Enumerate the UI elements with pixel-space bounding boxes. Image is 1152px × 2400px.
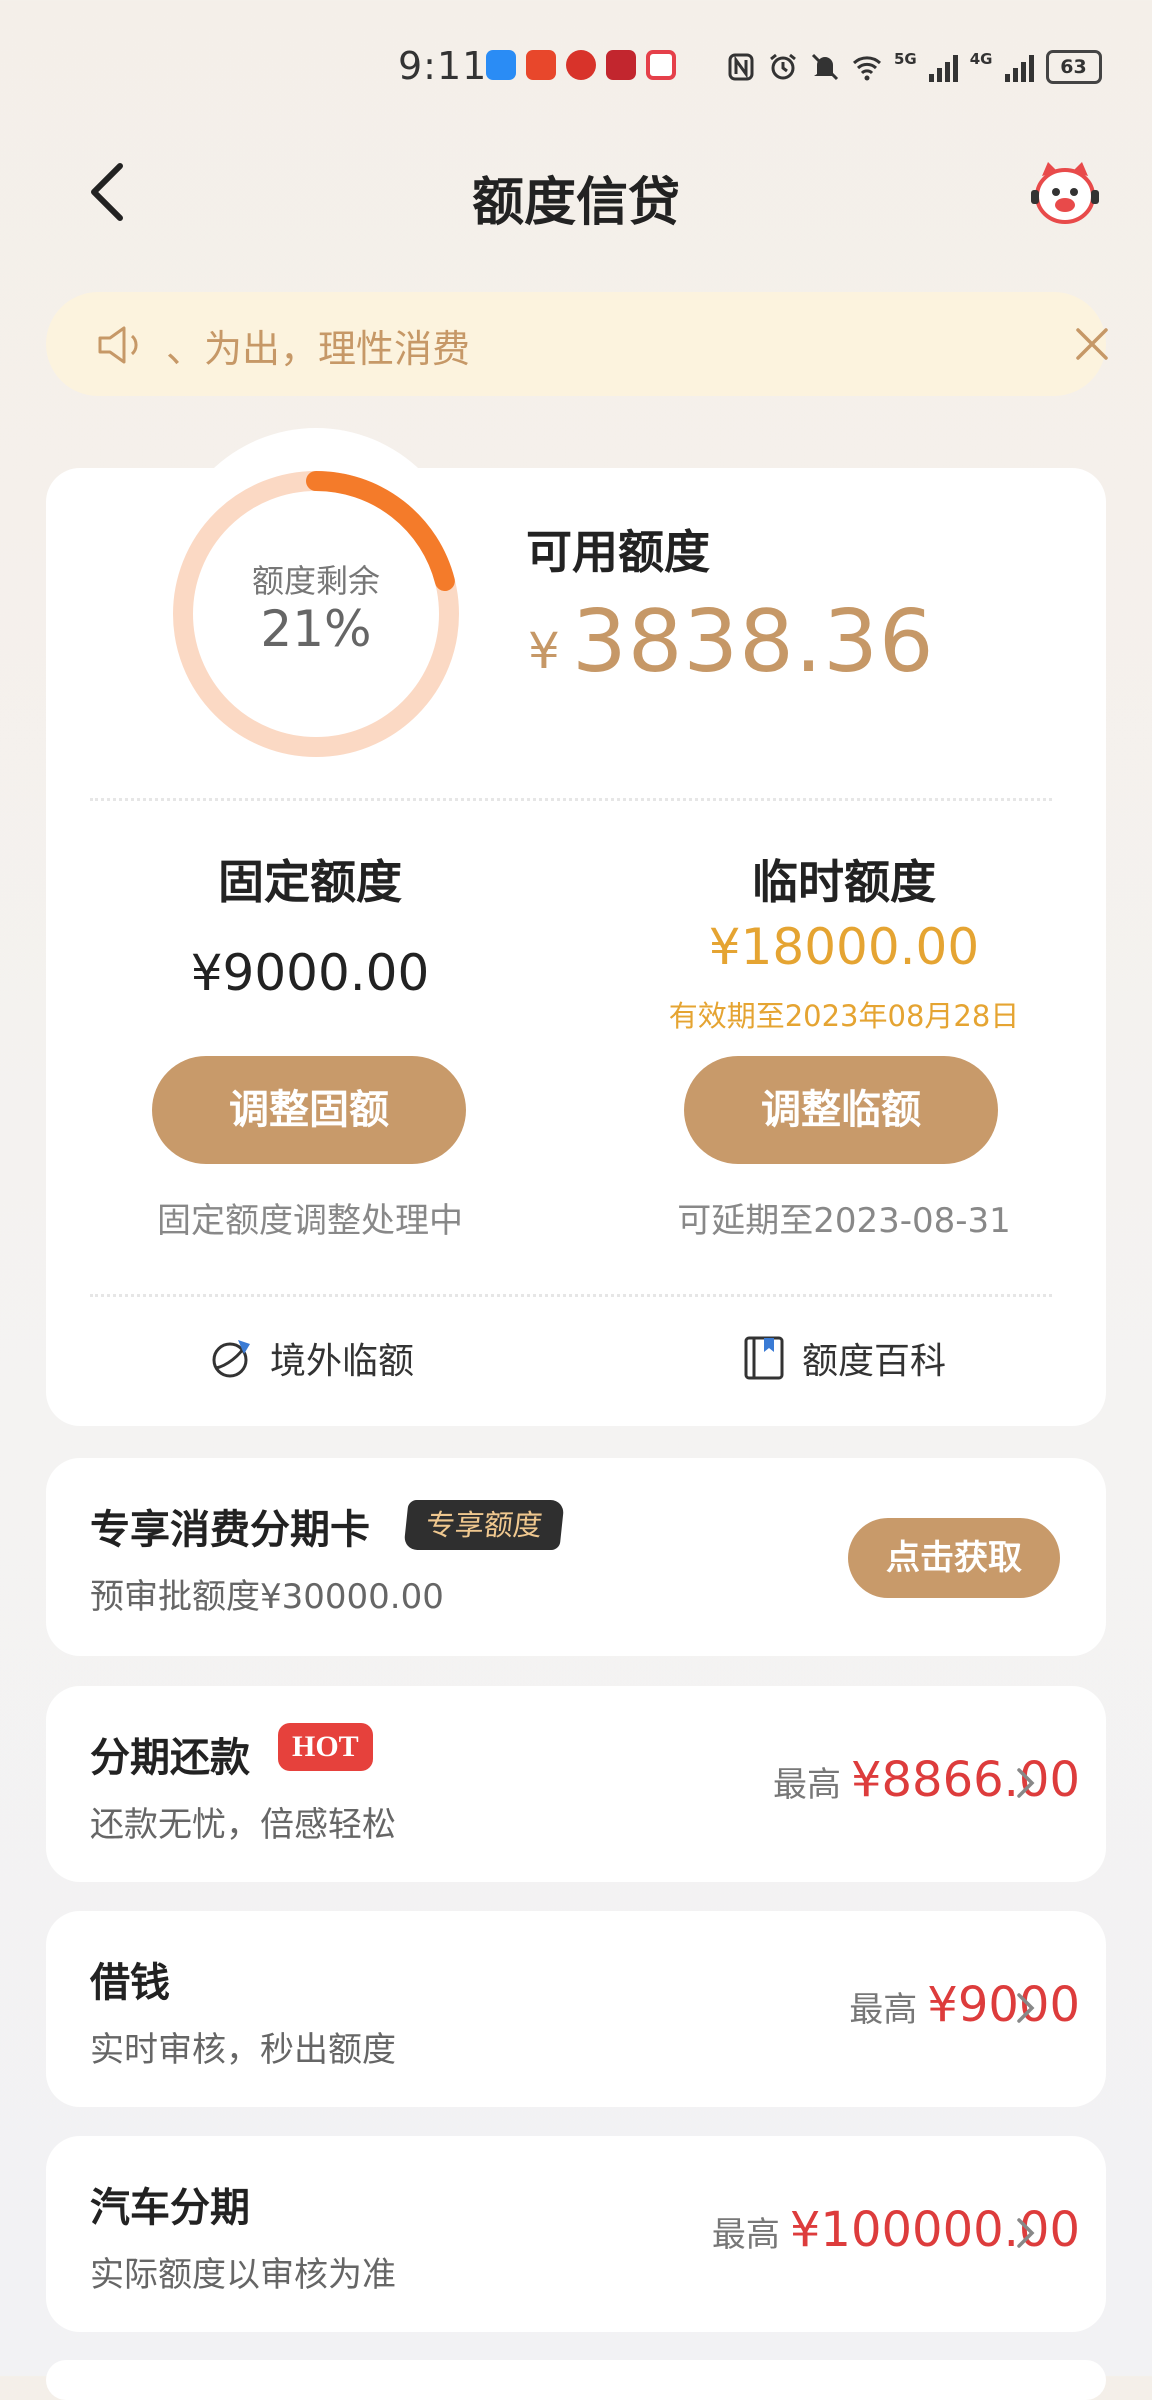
chevron-left-icon[interactable] (84, 160, 132, 224)
page-title: 额度信贷 (471, 173, 680, 233)
promo-badge: 专享额度 (403, 1500, 565, 1550)
temp-note: 可延期至2023-08-31 (677, 1201, 1011, 1241)
overseas-temp-link[interactable]: 境外临额 (208, 1332, 414, 1384)
alarm-icon (770, 53, 796, 80)
promo-title: 专享消费分期卡 (90, 1507, 370, 1553)
chevron-right-icon (1017, 1993, 1035, 2023)
product-subtitle: 实时审核，秒出额度 (90, 2030, 396, 2070)
network-5g-label: 5G (894, 50, 917, 68)
product-subtitle: 实际额度以审核为准 (90, 2255, 396, 2295)
credit-wiki-link[interactable]: 额度百科 (740, 1332, 946, 1384)
divider (90, 1294, 1052, 1297)
divider (90, 798, 1052, 801)
notice-bar[interactable]: 、为出，理性消费 (46, 292, 1108, 396)
product-subtitle: 还款无忧，倍感轻松 (90, 1805, 396, 1845)
network-4g-label: 4G (969, 50, 993, 68)
adjust-temp-button[interactable]: 调整临额 (684, 1056, 998, 1164)
hot-badge: HOT (278, 1723, 373, 1771)
mascot-service-icon[interactable] (1028, 158, 1102, 228)
globe-plane-icon (212, 1340, 250, 1378)
product-title: 借钱 (90, 1960, 170, 2006)
card-app-icon (646, 50, 676, 80)
telegram-app-icon (486, 50, 516, 80)
fixed-title: 固定额度 (218, 855, 402, 909)
available-amount: 3838.36 (572, 592, 935, 692)
temp-valid-until: 有效期至2023年08月28日 (668, 999, 1020, 1033)
temp-title: 临时额度 (752, 855, 936, 909)
currency-symbol: ¥ (528, 622, 560, 680)
max-amount: ¥8866.00 (850, 1752, 1080, 1808)
fixed-amount: ¥9000.00 (190, 944, 430, 1002)
temp-amount: ¥18000.00 (708, 918, 980, 976)
wifi-icon (852, 56, 882, 81)
signal-5g-icon (928, 52, 958, 82)
speaker-icon (98, 326, 138, 364)
max-label: 最高 (711, 2215, 780, 2255)
battery-icon: 63 (1045, 50, 1102, 84)
status-app-icons (486, 50, 676, 80)
chevron-right-icon (1017, 2218, 1035, 2248)
adjust-fixed-button[interactable]: 调整固额 (152, 1056, 466, 1164)
ring-label: 额度剩余 (251, 562, 380, 600)
promo-subtitle: 预审批额度¥30000.00 (90, 1577, 444, 1617)
thumb-app-icon (606, 50, 636, 80)
available-label: 可用额度 (526, 525, 710, 579)
overseas-temp-label: 境外临额 (270, 1341, 415, 1382)
nfc-icon (728, 53, 754, 81)
product-title: 汽车分期 (90, 2185, 250, 2231)
book-icon (744, 1336, 784, 1380)
notice-text: 、为出，理性消费 (166, 327, 471, 371)
status-indicators: 5G 4G 63 (726, 50, 1102, 84)
status-time: 9:11 (398, 44, 488, 88)
max-label: 最高 (772, 1765, 841, 1805)
signal-4g-icon (1004, 52, 1034, 82)
ring-value: 21% (260, 600, 372, 658)
product-max: 最高 ¥9000 (849, 1977, 1080, 2033)
max-label: 最高 (849, 1990, 918, 2030)
max-amount: ¥9000 (927, 1977, 1080, 2033)
fixed-note: 固定额度调整处理中 (157, 1201, 463, 1241)
next-card-peek (46, 2360, 1106, 2400)
app-notification-icon (526, 50, 556, 80)
close-icon[interactable] (1072, 324, 1112, 364)
get-now-button[interactable]: 点击获取 (848, 1518, 1060, 1598)
chevron-right-icon (1017, 1768, 1035, 1798)
credit-wiki-label: 额度百科 (802, 1341, 947, 1382)
bank-app-icon (566, 50, 596, 80)
status-bar: 9:11 5G 4G 63 (0, 0, 1152, 120)
mute-icon (811, 53, 839, 81)
product-title: 分期还款 (90, 1735, 250, 1781)
